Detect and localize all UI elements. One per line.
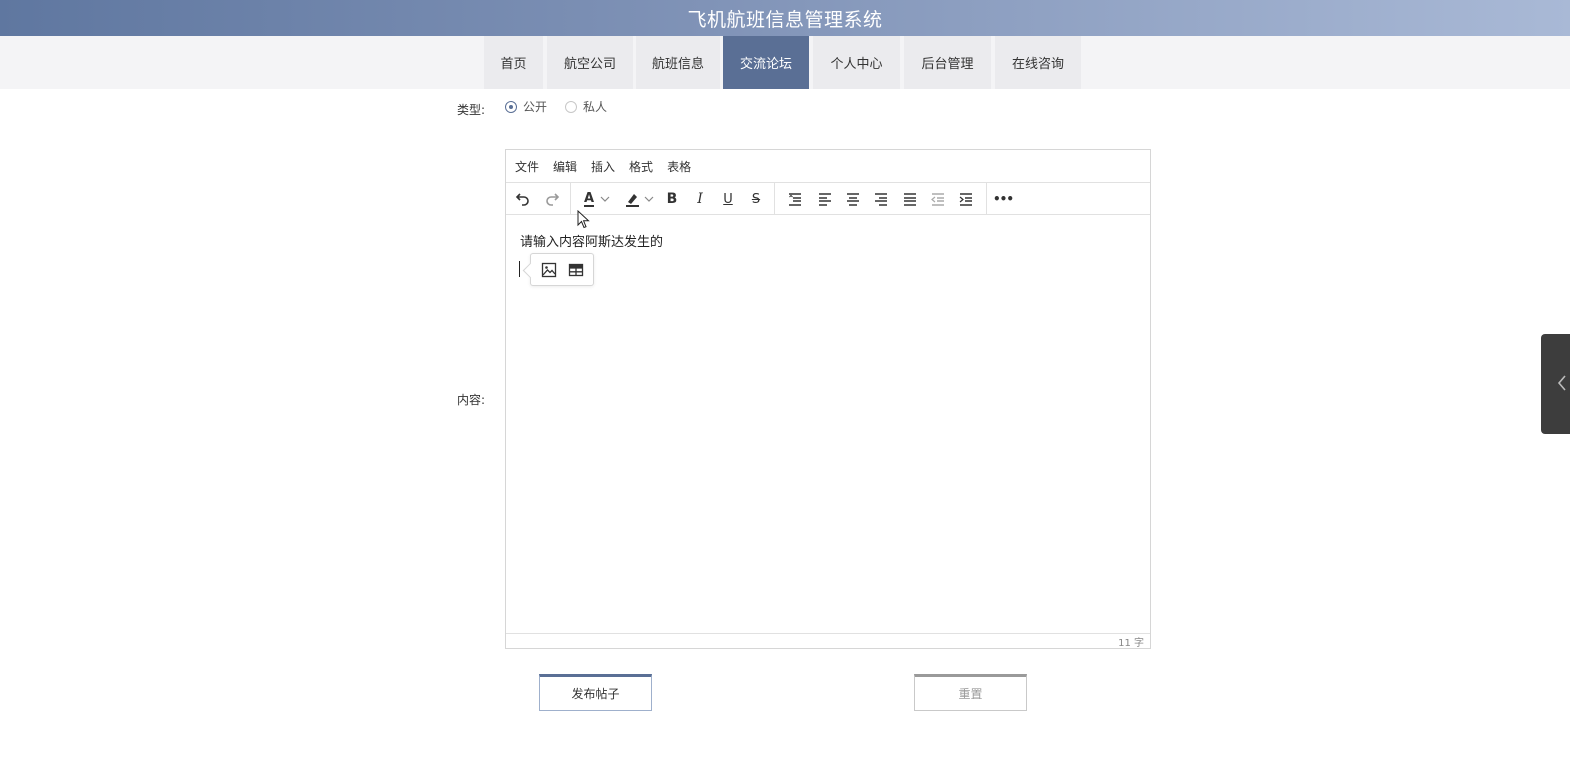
editor-toolbar: A B I U S ••• — [506, 183, 1150, 215]
text-caret — [519, 261, 520, 277]
reset-button[interactable]: 重置 — [914, 674, 1027, 711]
toolbar-separator — [774, 183, 775, 215]
redo-icon[interactable] — [541, 187, 563, 211]
radio-public-label[interactable]: 公开 — [523, 98, 547, 115]
editor-menubar: 文件 编辑 插入 格式 表格 — [506, 150, 1150, 183]
header: 飞机航班信息管理系统 — [0, 0, 1570, 36]
align-left-icon[interactable] — [814, 187, 836, 211]
mouse-cursor-icon — [577, 210, 590, 229]
nav-item-consult[interactable]: 在线咨询 — [995, 36, 1081, 89]
editor-content-text[interactable]: 请输入内容阿斯达发生的 — [520, 231, 663, 250]
side-panel-toggle[interactable] — [1541, 334, 1570, 434]
text-color-icon[interactable]: A — [578, 187, 616, 211]
strikethrough-icon[interactable]: S — [746, 187, 766, 211]
text-color-glyph: A — [583, 190, 595, 207]
nav-item-admin[interactable]: 后台管理 — [904, 36, 991, 89]
line-height-icon[interactable] — [784, 187, 806, 211]
radio-private[interactable] — [565, 100, 578, 113]
align-right-icon[interactable] — [870, 187, 892, 211]
undo-icon[interactable] — [512, 187, 534, 211]
site-title: 飞机航班信息管理系统 — [687, 8, 883, 31]
page: 飞机航班信息管理系统 首页 航空公司 航班信息 交流论坛 个人中心 后台管理 在… — [0, 0, 1570, 762]
indent-icon[interactable] — [955, 187, 977, 211]
italic-icon[interactable]: I — [690, 187, 710, 211]
type-label: 类型: — [457, 103, 486, 117]
radio-private-label[interactable]: 私人 — [583, 98, 607, 115]
word-count: 11 字 — [1118, 637, 1144, 649]
type-radio-group: 公开 私人 — [505, 98, 625, 115]
menu-format[interactable]: 格式 — [629, 158, 653, 175]
more-icon[interactable]: ••• — [992, 187, 1014, 211]
menu-table[interactable]: 表格 — [667, 158, 691, 175]
editor-statusbar: 11 字 — [506, 633, 1150, 649]
nav-item-profile[interactable]: 个人中心 — [813, 36, 900, 89]
radio-public[interactable] — [505, 100, 517, 113]
toolbar-separator — [986, 183, 987, 215]
nav-item-flights[interactable]: 航班信息 — [636, 36, 720, 89]
underline-icon[interactable]: U — [718, 187, 738, 211]
bold-icon[interactable]: B — [662, 187, 682, 211]
nav-item-forum[interactable]: 交流论坛 — [723, 36, 809, 89]
highlight-icon[interactable] — [620, 187, 658, 211]
menu-edit[interactable]: 编辑 — [553, 158, 577, 175]
outdent-icon[interactable] — [927, 187, 949, 211]
content-label: 内容: — [457, 393, 486, 407]
submit-post-button[interactable]: 发布帖子 — [539, 674, 652, 711]
nav-item-airlines[interactable]: 航空公司 — [547, 36, 633, 89]
main-nav: 首页 航空公司 航班信息 交流论坛 个人中心 后台管理 在线咨询 — [0, 36, 1570, 89]
chevron-left-icon — [1557, 375, 1566, 391]
image-icon[interactable] — [537, 258, 561, 282]
align-center-icon[interactable] — [842, 187, 864, 211]
menu-insert[interactable]: 插入 — [591, 158, 615, 175]
toolbar-separator — [570, 183, 571, 215]
editor-content-area[interactable]: 请输入内容阿斯达发生的 — [506, 215, 1150, 633]
nav-item-home[interactable]: 首页 — [484, 36, 543, 89]
justify-icon[interactable] — [899, 187, 921, 211]
menu-file[interactable]: 文件 — [515, 158, 539, 175]
quick-insert-popup — [530, 253, 594, 286]
rich-text-editor: 文件 编辑 插入 格式 表格 A B I U S ••• 请输入内容阿斯达发生的… — [505, 149, 1151, 649]
table-icon[interactable] — [564, 258, 588, 282]
